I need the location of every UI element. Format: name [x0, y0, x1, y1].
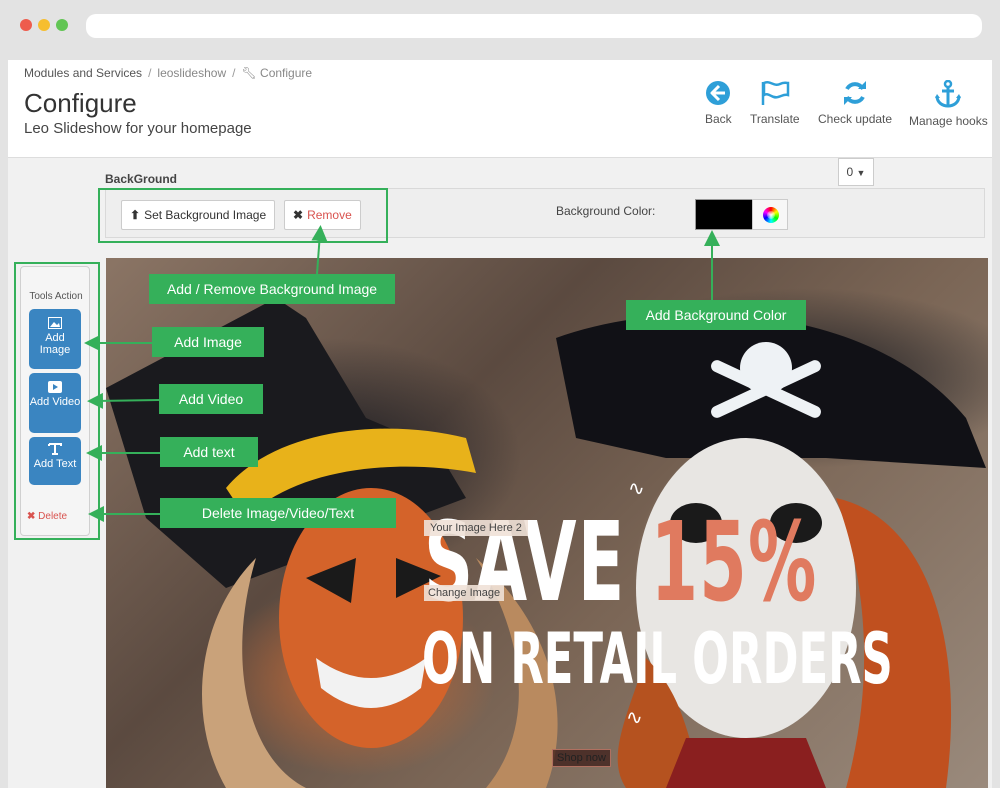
window-close-button[interactable]: [20, 19, 32, 31]
headline-save: SAVE: [424, 498, 651, 626]
slide-headline-line1[interactable]: SAVE 15%: [424, 498, 818, 626]
caret-down-icon: ▼: [856, 168, 866, 178]
color-wheel-icon: [763, 207, 779, 223]
back-label: Back: [705, 112, 732, 126]
refresh-icon: [844, 81, 867, 105]
anchor-icon: [935, 80, 962, 108]
breadcrumb-leoslideshow[interactable]: leoslideshow: [157, 66, 226, 80]
slide-select-dropdown[interactable]: 0 ▼: [838, 158, 874, 186]
flag-icon: [761, 81, 790, 105]
tools-highlight-frame: [14, 262, 100, 540]
check-update-button[interactable]: Check update: [818, 80, 892, 126]
callout-background-color: Add Background Color: [626, 300, 806, 330]
callout-add-image: Add Image: [152, 327, 264, 357]
address-bar[interactable]: [86, 14, 982, 38]
back-button[interactable]: Back: [705, 80, 732, 126]
manage-hooks-button[interactable]: Manage hooks: [909, 80, 988, 128]
window-minimize-button[interactable]: [38, 19, 50, 31]
page-title: Configure: [24, 88, 137, 118]
window-maximize-button[interactable]: [56, 19, 68, 31]
background-image-highlight-frame: [98, 188, 388, 243]
headline-percent: 15%: [650, 498, 818, 626]
dropdown-value: 0: [846, 165, 854, 179]
change-image-button[interactable]: Change Image: [424, 585, 505, 601]
callout-add-video: Add Video: [159, 384, 263, 414]
slide-headline-line2[interactable]: ON RETAIL ORDERS: [422, 618, 893, 700]
background-color-swatch[interactable]: [695, 199, 753, 230]
wrench-icon: 🔧︎: [241, 66, 257, 80]
callout-delete: Delete Image/Video/Text: [160, 498, 396, 528]
arrow-left-circle-icon: [706, 81, 731, 105]
image-layer-tag[interactable]: Your Image Here 2: [424, 520, 528, 536]
color-picker-button[interactable]: [752, 199, 788, 230]
manage-hooks-label: Manage hooks: [909, 114, 988, 128]
translate-button[interactable]: Translate: [750, 80, 800, 126]
callout-add-text: Add text: [160, 437, 258, 467]
check-update-label: Check update: [818, 112, 893, 126]
shop-now-button[interactable]: Shop now: [552, 749, 611, 767]
ornament-bottom-icon: ∿: [626, 707, 643, 729]
browser-chrome: [0, 0, 1000, 52]
background-color-label: Background Color:: [556, 204, 656, 218]
ornament-top-icon: ∿: [628, 478, 645, 500]
breadcrumb-modules[interactable]: Modules and Services: [24, 66, 142, 80]
callout-background-image: Add / Remove Background Image: [149, 274, 395, 304]
breadcrumb: Modules and Services / leoslideshow / 🔧︎ Con…: [24, 66, 313, 80]
translate-label: Translate: [750, 112, 800, 126]
page-subtitle: Leo Slideshow for your homepage: [24, 120, 252, 137]
breadcrumb-configure: Configure: [260, 66, 313, 80]
background-section-label: BackGround: [105, 172, 178, 186]
page-header: Modules and Services / leoslideshow / 🔧︎ Con…: [8, 60, 992, 158]
